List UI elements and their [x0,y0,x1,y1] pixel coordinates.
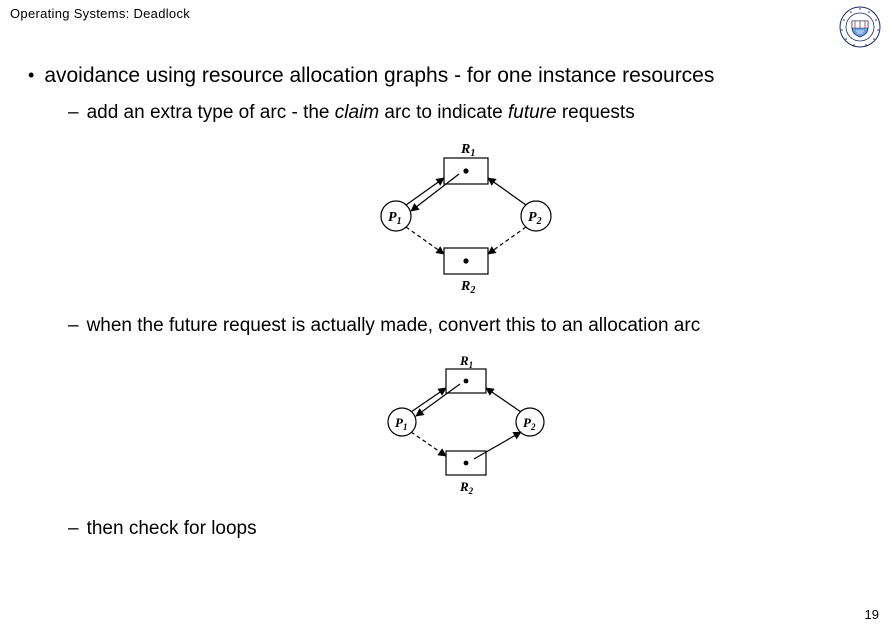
sub-bullet-2: – when the future request is actually ma… [68,313,863,339]
page-header-title: Operating Systems: Deadlock [10,6,190,21]
sub-bullet-1-text: add an extra type of arc - the claim arc… [87,100,635,126]
bullet-text: avoidance using resource allocation grap… [44,62,714,90]
p2-sub: 2 [535,216,541,227]
r1-sub: 1 [470,148,475,159]
svg-text:R1: R1 [460,142,475,159]
svg-text:R2: R2 [459,479,474,496]
diagram-2: R1 R2 P1 P2 [68,353,863,498]
r1-label: R [459,353,469,368]
sub-bullet-3-text: then check for loops [87,516,257,542]
p1-sub: 1 [396,216,401,227]
r1-label: R [460,142,470,157]
dash-icon: – [68,516,79,542]
r2-sub: 2 [467,486,473,496]
page-number: 19 [865,607,879,622]
future-word: future [508,102,557,123]
svg-text:R1: R1 [459,353,473,370]
p1-sub: 1 [402,422,407,432]
text-fragment: add an extra type of arc - the [87,102,335,123]
claim-word: claim [335,102,379,123]
dash-icon: – [68,313,79,339]
svg-text:R2: R2 [460,279,475,295]
sub-bullet-1: – add an extra type of arc - the claim a… [68,100,863,126]
main-bullet: • avoidance using resource allocation gr… [28,62,863,90]
r2-sub: 2 [469,285,475,295]
sub-bullet-3: – then check for loops [68,516,863,542]
text-fragment: requests [557,102,635,123]
dash-icon: – [68,100,79,126]
sub-bullet-2-text: when the future request is actually made… [87,313,701,339]
text-fragment: arc to indicate [379,102,508,123]
r2-label: R [460,279,470,294]
p2-sub: 2 [529,422,535,432]
diagram-1: R1 R2 P1 P2 [68,140,863,295]
bullet-dot-icon: • [28,62,34,88]
university-crest-icon [839,6,881,48]
r2-label: R [459,479,469,494]
